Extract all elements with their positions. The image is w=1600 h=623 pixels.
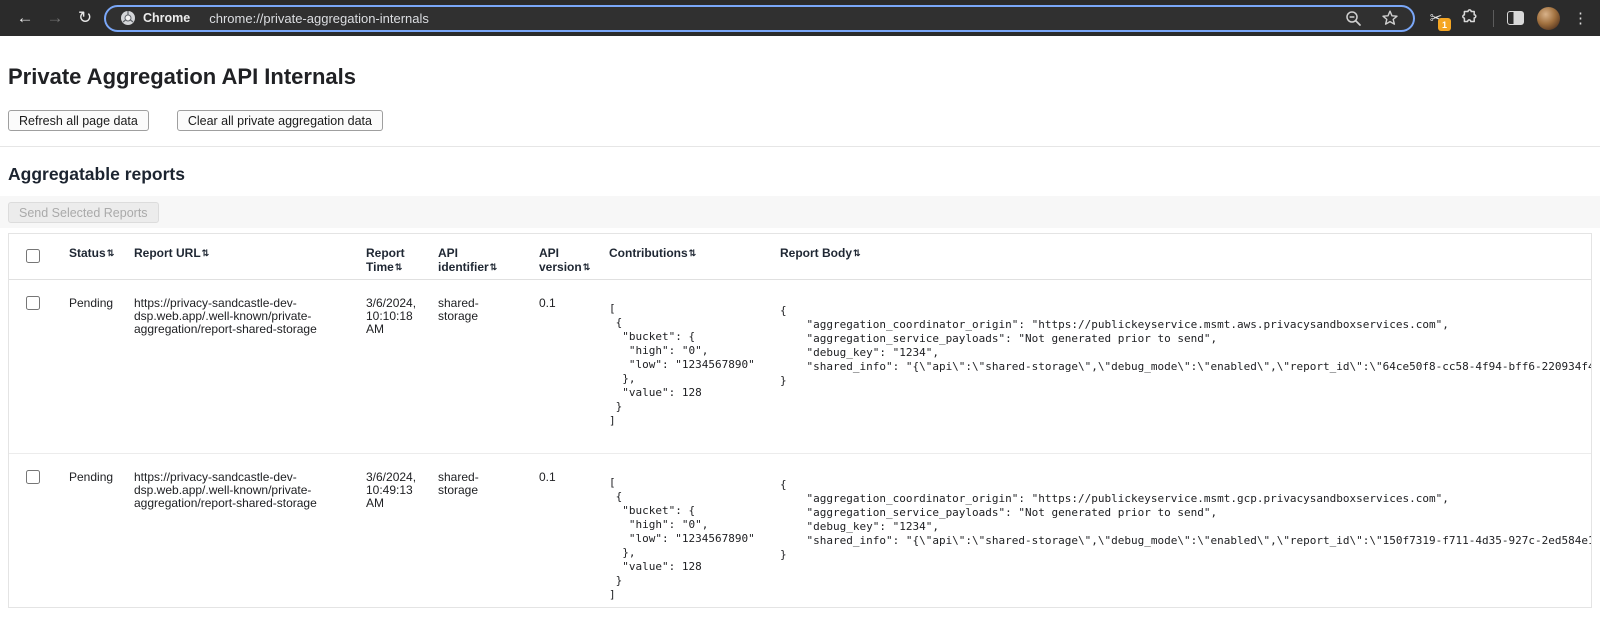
sort-icon: ⇅ [490, 262, 498, 272]
page-title: Private Aggregation API Internals [8, 64, 1592, 90]
reports-table: Status⇅ Report URL⇅ Report Time⇅ API ide… [9, 234, 1591, 607]
browser-toolbar: ← → ↻ Chrome chrome://private-aggregatio… [0, 0, 1600, 36]
aggregatable-reports-title: Aggregatable reports [8, 163, 1592, 185]
address-bar[interactable]: Chrome chrome://private-aggregation-inte… [104, 5, 1415, 32]
extension-badge: 1 [1438, 18, 1451, 31]
back-icon[interactable]: ← [10, 3, 40, 33]
api-version-cell: 0.1 [539, 453, 609, 607]
sort-icon: ⇅ [107, 248, 115, 258]
report-url-cell: https://privacy-sandcastle-dev- dsp.web.… [134, 453, 366, 607]
extension-scissors-icon[interactable]: ✂ 1 [1425, 6, 1447, 30]
sort-icon: ⇅ [853, 248, 861, 258]
sort-icon: ⇅ [689, 248, 697, 258]
row-checkbox[interactable] [26, 470, 40, 484]
status-cell: Pending [69, 279, 134, 453]
sort-icon: ⇅ [202, 248, 210, 258]
report-url-cell: https://privacy-sandcastle-dev- dsp.web.… [134, 279, 366, 453]
reports-table-container: Status⇅ Report URL⇅ Report Time⇅ API ide… [8, 233, 1592, 608]
column-header-report-url[interactable]: Report URL⇅ [134, 234, 366, 279]
report-time-cell: 3/6/2024, 10:10:18 AM [366, 279, 438, 453]
column-header-report-body[interactable]: Report Body⇅ [780, 234, 1591, 279]
section-divider [0, 146, 1600, 147]
extensions-puzzle-icon[interactable] [1460, 8, 1480, 28]
report-body-cell: { "aggregation_coordinator_origin": "htt… [780, 453, 1591, 607]
refresh-all-button[interactable]: Refresh all page data [8, 110, 149, 131]
zoom-icon[interactable] [1345, 10, 1362, 27]
sort-icon: ⇅ [583, 262, 591, 272]
reports-toolbar-band: Send Selected Reports [0, 196, 1600, 228]
profile-avatar[interactable] [1537, 7, 1560, 30]
report-body-cell: { "aggregation_coordinator_origin": "htt… [780, 279, 1591, 453]
api-identifier-cell: shared- storage [438, 453, 539, 607]
chrome-site-chip: Chrome [120, 10, 190, 26]
column-header-api-version[interactable]: API version⇅ [539, 234, 609, 279]
bookmark-star-icon[interactable] [1381, 9, 1399, 27]
report-time-cell: 3/6/2024, 10:49:13 AM [366, 453, 438, 607]
side-panel-icon[interactable] [1507, 11, 1524, 25]
page-content: Private Aggregation API Internals Refres… [0, 64, 1600, 608]
sort-icon: ⇅ [395, 262, 403, 272]
table-row: Pending https://privacy-sandcastle-dev- … [9, 453, 1591, 607]
menu-dots-icon[interactable]: ⋮ [1573, 11, 1588, 26]
chrome-chip-label: Chrome [143, 11, 190, 25]
send-selected-reports-button[interactable]: Send Selected Reports [8, 202, 159, 223]
status-cell: Pending [69, 453, 134, 607]
forward-icon[interactable]: → [40, 3, 70, 33]
select-all-checkbox[interactable] [26, 249, 40, 263]
chrome-logo-icon [120, 10, 136, 26]
clear-all-button[interactable]: Clear all private aggregation data [177, 110, 383, 131]
api-version-cell: 0.1 [539, 279, 609, 453]
contributions-cell: [ { "bucket": { "high": "0", "low": "123… [609, 453, 780, 607]
contributions-cell: [ { "bucket": { "high": "0", "low": "123… [609, 279, 780, 453]
row-checkbox[interactable] [26, 296, 40, 310]
column-header-status[interactable]: Status⇅ [69, 234, 134, 279]
reload-icon[interactable]: ↻ [70, 3, 100, 33]
column-header-report-time[interactable]: Report Time⇅ [366, 234, 438, 279]
column-header-contributions[interactable]: Contributions⇅ [609, 234, 780, 279]
table-row: Pending https://privacy-sandcastle-dev- … [9, 279, 1591, 453]
table-header-row: Status⇅ Report URL⇅ Report Time⇅ API ide… [9, 234, 1591, 279]
url-text[interactable]: chrome://private-aggregation-internals [209, 11, 1345, 26]
toolbar-divider [1493, 10, 1494, 27]
column-header-api-identifier[interactable]: API identifier⇅ [438, 234, 539, 279]
api-identifier-cell: shared- storage [438, 279, 539, 453]
